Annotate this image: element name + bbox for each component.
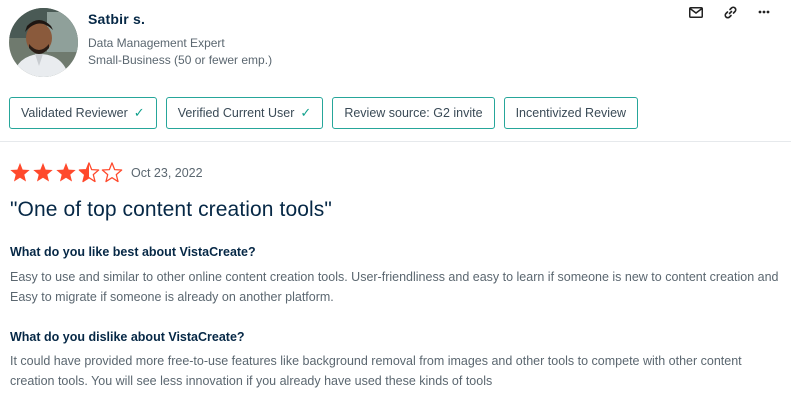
verified-current-user-badge[interactable]: Verified Current User ✓ [165,97,324,129]
incentivized-review-badge[interactable]: Incentivized Review [503,97,639,129]
reviewer-company-size: Small-Business (50 or fewer emp.) [88,53,273,67]
reviewer-name[interactable]: Satbir s. [88,11,145,27]
star-half-icon [78,162,100,183]
badge-label: Verified Current User [177,106,295,120]
mail-icon[interactable] [679,4,713,20]
badge-label: Review source: G2 invite [344,106,483,120]
star-full-icon [32,162,54,183]
validated-reviewer-badge[interactable]: Validated Reviewer ✓ [9,97,157,129]
review-rating: Oct 23, 2022 [9,162,203,183]
star-empty-icon [101,162,123,183]
link-icon[interactable] [713,4,747,20]
check-icon: ✓ [133,105,145,120]
reviewer-job-title: Data Management Expert [88,36,225,50]
answer-text: It could have provided more free-to-use … [10,354,742,388]
question-heading: What do you dislike about VistaCreate? [10,330,245,344]
review-badges: Validated Reviewer ✓ Verified Current Us… [9,97,639,129]
reviewer-avatar[interactable] [9,8,78,77]
reviewer-header: Satbir s. Data Management Expert Small-B… [0,0,791,90]
star-rating [9,162,123,183]
star-full-icon [55,162,77,183]
answer-text: Easy to use and similar to other online … [10,270,779,304]
more-icon[interactable] [747,4,781,20]
check-icon: ✓ [300,105,312,120]
review-date: Oct 23, 2022 [131,165,203,180]
review-source-badge[interactable]: Review source: G2 invite [332,97,495,129]
review-title[interactable]: "One of top content creation tools" [10,198,332,222]
question-heading: What do you like best about VistaCreate? [10,245,256,259]
star-full-icon [9,162,31,183]
section-divider [0,141,791,142]
badge-label: Incentivized Review [515,106,627,120]
badge-label: Validated Reviewer [21,106,128,120]
review-actions [679,4,781,20]
